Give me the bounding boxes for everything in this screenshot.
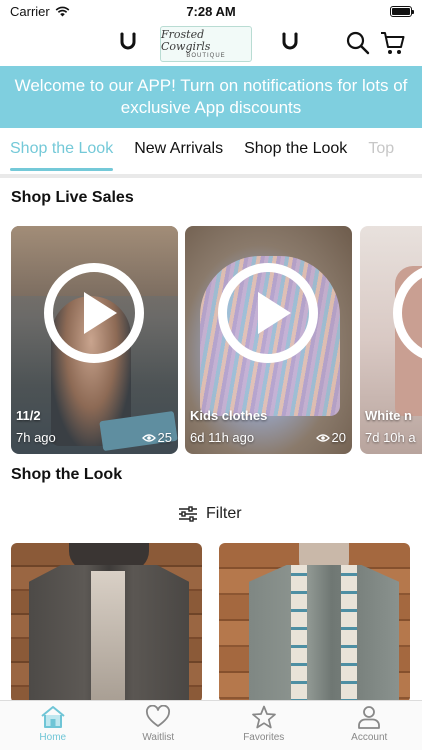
logo-subtitle: BOUTIQUE (186, 53, 226, 60)
person-icon (358, 706, 381, 729)
product-card[interactable] (219, 543, 410, 703)
filter-label: Filter (206, 505, 242, 522)
live-sale-title: White n (365, 408, 412, 423)
status-left: Carrier (10, 4, 70, 19)
bottom-tab-bar: Home Waitlist Favorites Account (0, 700, 422, 750)
live-sale-time: 6d 11h ago (190, 430, 255, 445)
tabbar-account[interactable]: Account (317, 701, 422, 750)
shop-the-look-title: Shop the Look (11, 466, 123, 483)
battery-icon (390, 5, 414, 17)
live-sale-card[interactable]: White n 7d 10h a (360, 226, 422, 454)
wifi-icon (55, 6, 70, 16)
tabbar-label: Home (39, 732, 67, 743)
store-logo[interactable]: Frosted Cowgirls BOUTIQUE (160, 26, 252, 62)
home-icon (41, 706, 65, 728)
heart-icon (146, 705, 171, 727)
logo-title: Frosted Cowgirls (161, 27, 211, 53)
tabbar-waitlist[interactable]: Waitlist (106, 701, 212, 750)
product-card[interactable] (11, 543, 202, 703)
eye-icon (315, 433, 330, 442)
filter-sliders-icon (179, 506, 197, 522)
star-icon (251, 705, 276, 729)
tabbar-label: Waitlist (142, 732, 175, 743)
live-sales-carousel[interactable]: 11/2 7h ago 25 Kids clothes 6d 11h ago 2… (11, 226, 422, 454)
play-button[interactable] (44, 263, 144, 363)
horseshoe-icon (120, 32, 136, 50)
horseshoe-icon (282, 32, 298, 50)
live-sale-title: 11/2 (16, 408, 41, 423)
search-icon[interactable] (345, 30, 371, 56)
welcome-banner[interactable]: Welcome to our APP! Turn on notification… (0, 66, 422, 128)
live-sale-time: 7d 10h a (365, 430, 416, 445)
filter-button[interactable]: Filter (178, 502, 242, 526)
tab-new-arrivals[interactable]: New Arrivals (134, 128, 223, 174)
carrier-label: Carrier (10, 3, 50, 19)
live-sales-title: Shop Live Sales (11, 189, 134, 206)
live-sale-title: Kids clothes (190, 408, 268, 423)
tabs-divider (0, 174, 422, 178)
status-bar: Carrier 7:28 AM (0, 0, 422, 22)
tabbar-home[interactable]: Home (0, 701, 106, 750)
live-sale-time: 7h ago (16, 430, 56, 445)
view-count: 20 (315, 430, 346, 445)
app-header: Frosted Cowgirls BOUTIQUE (0, 22, 422, 66)
view-count: 25 (141, 430, 172, 445)
tab-shop-the-look[interactable]: Shop the Look (10, 128, 114, 174)
welcome-banner-text: Welcome to our APP! Turn on notification… (14, 76, 408, 117)
play-button[interactable] (218, 263, 318, 363)
tabbar-label: Favorites (243, 732, 285, 743)
category-tabs: Shop the Look New Arrivals Shop the Look… (0, 128, 422, 174)
tabbar-label: Account (351, 732, 388, 743)
tab-top[interactable]: Top (368, 128, 394, 174)
live-sale-card[interactable]: Kids clothes 6d 11h ago 20 (185, 226, 352, 454)
cart-icon[interactable] (380, 30, 406, 56)
tabbar-favorites[interactable]: Favorites (211, 701, 317, 750)
eye-icon (141, 433, 156, 442)
status-time: 7:28 AM (186, 3, 236, 19)
tab-shop-the-look-2[interactable]: Shop the Look (244, 128, 347, 174)
live-sale-card[interactable]: 11/2 7h ago 25 (11, 226, 178, 454)
